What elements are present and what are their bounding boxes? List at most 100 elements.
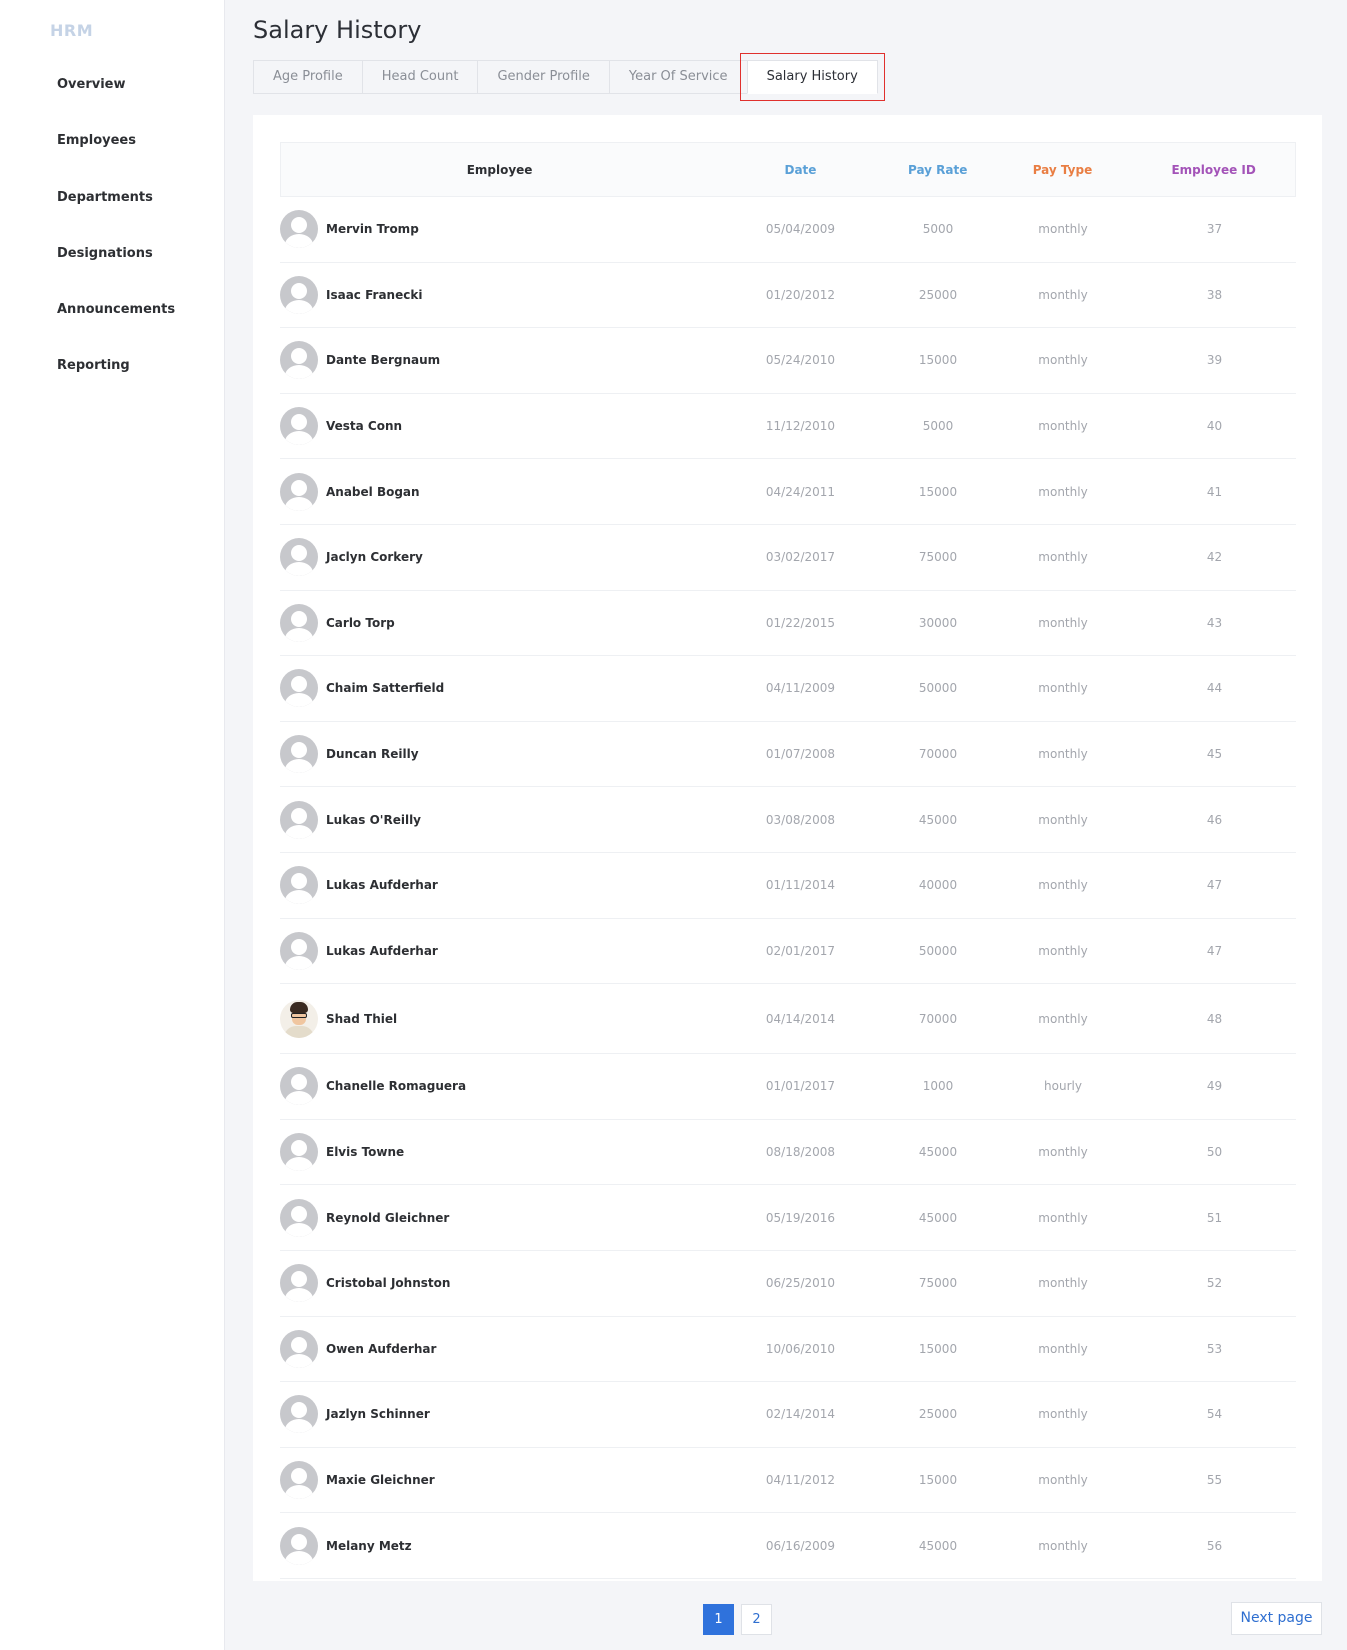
sidebar-item-announcements[interactable]: Announcements	[57, 297, 175, 353]
tab-head-count[interactable]: Head Count	[361, 60, 479, 94]
column-header-employee[interactable]: Employee	[281, 163, 718, 177]
date-cell: 04/14/2014	[765, 1011, 836, 1026]
employee-name[interactable]: Owen Aufderhar	[326, 1342, 436, 1356]
date-cell: 11/12/2010	[765, 419, 836, 434]
table-row[interactable]: Lukas Aufderhar 02/01/2017 50000 monthly 47	[280, 919, 1296, 985]
next-page-button[interactable]: Next page	[1231, 1602, 1322, 1635]
table-row[interactable]: Maxie Gleichner 04/11/2012 15000 monthly 55	[280, 1448, 1296, 1514]
employee-name[interactable]: Melany Metz	[326, 1539, 412, 1553]
employee-id-cell: 43	[1206, 615, 1223, 630]
employee-name[interactable]: Maxie Gleichner	[326, 1473, 435, 1487]
pay-rate-cell: 30000	[918, 615, 958, 630]
brand-logo[interactable]: HRM	[50, 21, 93, 40]
date-cell: 01/07/2008	[765, 747, 836, 762]
table-row[interactable]: Anabel Bogan 04/24/2011 15000 monthly 41	[280, 459, 1296, 525]
employee-name[interactable]: Cristobal Johnston	[326, 1276, 450, 1290]
employee-name[interactable]: Jazlyn Schinner	[326, 1407, 430, 1421]
employee-cell: Reynold Gleichner	[280, 1198, 718, 1237]
sidebar-item-designations[interactable]: Designations	[57, 241, 175, 297]
pay-rate-cell: 70000	[918, 747, 958, 762]
table-row[interactable]: Owen Aufderhar 10/06/2010 15000 monthly 53	[280, 1317, 1296, 1383]
employee-name[interactable]: Isaac Franecki	[326, 288, 422, 302]
date-cell: 05/19/2016	[765, 1210, 836, 1225]
table-row[interactable]: Duncan Reilly 01/07/2008 70000 monthly 45	[280, 722, 1296, 788]
table-row[interactable]: Chaim Satterfield 04/11/2009 50000 monthly 4…	[280, 656, 1296, 722]
tab-year-of-service[interactable]: Year Of Service	[608, 60, 748, 94]
pay-rate-cell: 25000	[918, 287, 958, 302]
employee-id-cell: 44	[1206, 681, 1223, 696]
sidebar-item-departments[interactable]: Departments	[57, 185, 175, 241]
table-row[interactable]: Carlo Torp 01/22/2015 30000 monthly 43	[280, 591, 1296, 657]
employee-name[interactable]: Duncan Reilly	[326, 747, 419, 761]
employee-id-cell: 40	[1206, 419, 1223, 434]
tab-gender-profile[interactable]: Gender Profile	[477, 60, 610, 94]
table-row[interactable]: Chanelle Romaguera 01/01/2017 1000 hourly 49	[280, 1054, 1296, 1120]
date-cell: 10/06/2010	[765, 1341, 836, 1356]
employee-id-cell: 47	[1206, 878, 1223, 893]
table-row[interactable]: Elvis Towne 08/18/2008 45000 monthly 50	[280, 1120, 1296, 1186]
page-button-2[interactable]: 2	[741, 1604, 772, 1635]
table-row[interactable]: Vesta Conn 11/12/2010 5000 monthly 40	[280, 394, 1296, 460]
employee-name[interactable]: Carlo Torp	[326, 616, 395, 630]
employee-cell: Shad Thiel	[280, 999, 718, 1038]
pay-rate-cell: 45000	[918, 1145, 958, 1160]
column-header-pay-type[interactable]: Pay Type	[993, 163, 1133, 177]
placeholder-avatar-icon	[280, 800, 318, 839]
pay-type-cell: monthly	[1038, 484, 1088, 499]
employee-cell: Anabel Bogan	[280, 472, 718, 511]
pay-type-cell: monthly	[1038, 1407, 1088, 1422]
employee-name[interactable]: Anabel Bogan	[326, 485, 420, 499]
tab-age-profile[interactable]: Age Profile	[253, 60, 363, 94]
tab-salary-history[interactable]: Salary History	[739, 53, 885, 101]
date-cell: 04/11/2012	[765, 1472, 836, 1487]
employee-name[interactable]: Dante Bergnaum	[326, 353, 440, 367]
date-cell: 06/25/2010	[765, 1276, 836, 1291]
pay-type-cell: hourly	[1044, 1079, 1082, 1094]
employee-id-cell: 37	[1206, 222, 1223, 237]
employee-id-cell: 50	[1206, 1145, 1223, 1160]
employee-name[interactable]: Lukas Aufderhar	[326, 878, 438, 892]
employee-name[interactable]: Chanelle Romaguera	[326, 1079, 466, 1093]
pay-rate-cell: 40000	[918, 878, 958, 893]
table-row[interactable]: Lukas O'Reilly 03/08/2008 45000 monthly 46	[280, 787, 1296, 853]
pay-rate-cell: 15000	[918, 1341, 958, 1356]
employee-name[interactable]: Vesta Conn	[326, 419, 402, 433]
employee-name[interactable]: Mervin Tromp	[326, 222, 419, 236]
pay-type-cell: monthly	[1038, 1538, 1088, 1553]
column-header-pay-rate[interactable]: Pay Rate	[883, 163, 993, 177]
employee-name[interactable]: Lukas Aufderhar	[326, 944, 438, 958]
table-row[interactable]: Isaac Franecki 01/20/2012 25000 monthly 38	[280, 263, 1296, 329]
employee-name[interactable]: Reynold Gleichner	[326, 1211, 449, 1225]
page-title: Salary History	[253, 16, 422, 44]
table-row[interactable]: Jaclyn Corkery 03/02/2017 75000 monthly 42	[280, 525, 1296, 591]
sidebar-item-employees[interactable]: Employees	[57, 128, 175, 184]
table-row[interactable]: Lukas Aufderhar 01/11/2014 40000 monthly 47	[280, 853, 1296, 919]
placeholder-avatar-icon	[280, 669, 318, 708]
table-row[interactable]: Mervin Tromp 05/04/2009 5000 monthly 37	[280, 197, 1296, 263]
sidebar-item-overview[interactable]: Overview	[57, 72, 175, 128]
table-row[interactable]: Cristobal Johnston 06/25/2010 75000 monthly…	[280, 1251, 1296, 1317]
table-row[interactable]: Shad Thiel 04/14/2014 70000 monthly 48	[280, 984, 1296, 1055]
employee-name[interactable]: Jaclyn Corkery	[326, 550, 423, 564]
pay-rate-cell: 75000	[918, 550, 958, 565]
date-cell: 01/20/2012	[765, 287, 836, 302]
table-row[interactable]: Reynold Gleichner 05/19/2016 45000 monthly 5…	[280, 1185, 1296, 1251]
table-row[interactable]: Jazlyn Schinner 02/14/2014 25000 monthly 54	[280, 1382, 1296, 1448]
pay-type-cell: monthly	[1038, 615, 1088, 630]
employee-name[interactable]: Lukas O'Reilly	[326, 813, 421, 827]
placeholder-avatar-icon	[280, 1264, 318, 1303]
employee-name[interactable]: Chaim Satterfield	[326, 681, 444, 695]
employee-cell: Maxie Gleichner	[280, 1460, 718, 1499]
column-header-employee-id[interactable]: Employee ID	[1132, 163, 1295, 177]
pay-rate-cell: 75000	[918, 1276, 958, 1291]
placeholder-avatar-icon	[280, 1526, 318, 1565]
employee-name[interactable]: Elvis Towne	[326, 1145, 404, 1159]
table-row[interactable]: Melany Metz 06/16/2009 45000 monthly 56	[280, 1513, 1296, 1579]
pay-rate-cell: 15000	[918, 1472, 958, 1487]
column-header-date[interactable]: Date	[718, 163, 883, 177]
pay-rate-cell: 5000	[922, 222, 954, 237]
page-button-1[interactable]: 1	[703, 1604, 734, 1635]
table-row[interactable]: Dante Bergnaum 05/24/2010 15000 monthly 39	[280, 328, 1296, 394]
sidebar-item-reporting[interactable]: Reporting	[57, 353, 175, 409]
employee-name[interactable]: Shad Thiel	[326, 1012, 397, 1026]
